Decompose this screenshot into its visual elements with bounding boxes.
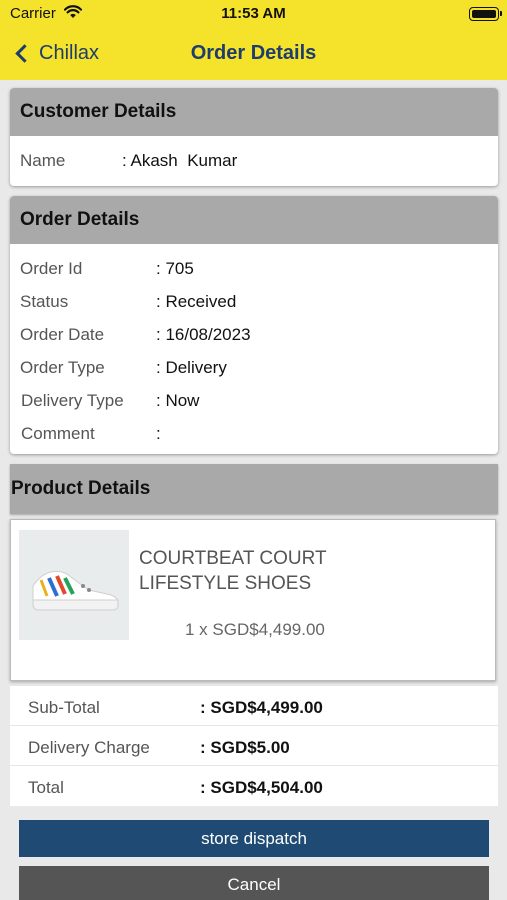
clock: 11:53 AM — [221, 5, 286, 22]
order-date-label: Order Date — [20, 325, 105, 344]
subtotal-label: Sub-Total — [28, 698, 100, 717]
status-bar: Carrier 11:53 AM — [0, 0, 507, 30]
subtotal-value: : SGD$4,499.00 — [200, 698, 323, 717]
total-label: Total — [28, 778, 64, 797]
comment-label: Comment — [21, 424, 95, 443]
order-id-value: : 705 — [156, 259, 194, 278]
product-item[interactable]: COURTBEAT COURT LIFESTYLE SHOES 1 x SGD$… — [10, 519, 496, 681]
order-id-label: Order Id — [20, 259, 83, 278]
battery-icon — [469, 7, 502, 21]
comment-value: : — [156, 424, 161, 443]
delivery-charge-value: : SGD$5.00 — [200, 738, 290, 757]
product-details-header: Product Details — [10, 464, 498, 514]
order-type-label: Order Type — [20, 358, 105, 377]
order-details-header: Order Details — [10, 196, 498, 244]
store-dispatch-button[interactable]: store dispatch — [19, 820, 489, 857]
page-title: Order Details — [190, 42, 317, 64]
status-value: : Received — [156, 292, 237, 311]
order-date-value: : 16/08/2023 — [156, 325, 251, 344]
order-details-card: Order Details Order Id : 705 Status : Re… — [10, 196, 498, 454]
customer-details-card: Customer Details Name : Akash Kumar — [10, 88, 498, 186]
customer-name-row: Name — [20, 151, 65, 171]
product-image — [19, 530, 129, 640]
delivery-charge-row: Delivery Charge : SGD$5.00 — [10, 728, 498, 766]
totals-section: Sub-Total : SGD$4,499.00 Delivery Charge… — [10, 686, 498, 806]
customer-details-header: Customer Details — [10, 88, 498, 136]
delivery-type-label: Delivery Type — [21, 391, 124, 410]
order-type-value: : Delivery — [156, 358, 227, 377]
delivery-type-value: : Now — [156, 391, 200, 410]
shoe-icon — [32, 570, 119, 611]
status-label: Status — [20, 292, 69, 311]
delivery-charge-label: Delivery Charge — [28, 738, 150, 757]
cancel-button[interactable]: Cancel — [19, 866, 489, 900]
total-value: : SGD$4,504.00 — [200, 778, 323, 797]
product-qty-price: 1 x SGD$4,499.00 — [185, 620, 325, 639]
name-label: Name — [20, 151, 66, 170]
product-name: COURTBEAT COURT LIFESTYLE SHOES — [139, 548, 327, 594]
subtotal-row: Sub-Total : SGD$4,499.00 — [10, 688, 498, 726]
total-row: Total : SGD$4,504.00 — [10, 768, 498, 806]
nav-bar: Chillax Order Details — [0, 30, 507, 80]
name-value: : Akash Kumar — [122, 151, 238, 170]
